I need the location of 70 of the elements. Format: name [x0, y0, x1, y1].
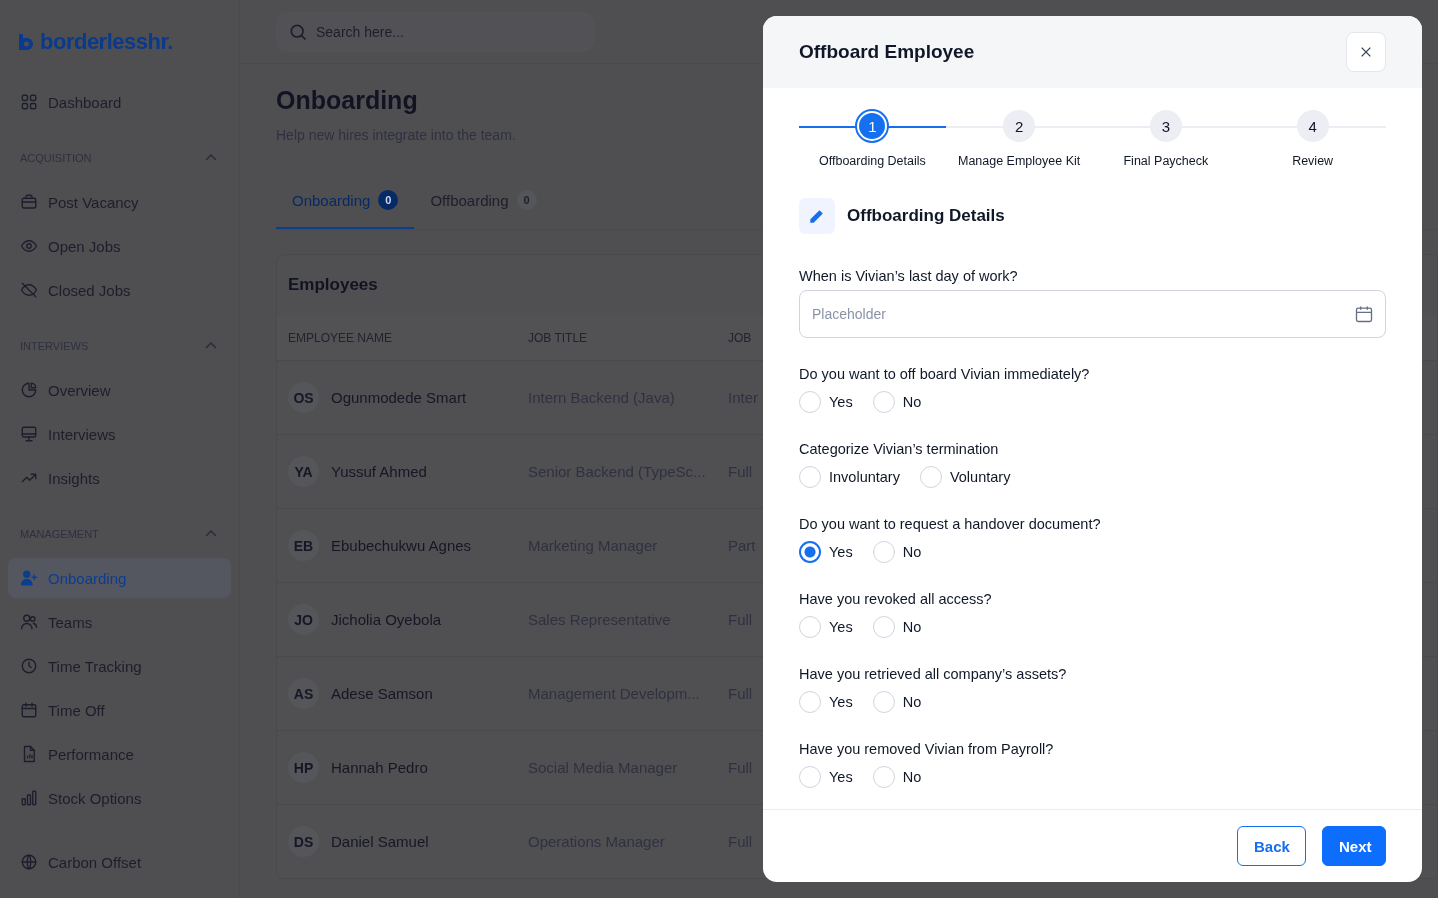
option-label: Yes — [829, 769, 853, 785]
avatar: AS — [288, 678, 319, 709]
back-button[interactable]: Back — [1237, 826, 1306, 866]
nav-icon — [20, 789, 38, 807]
employee-name: Jicholia Oyebola — [331, 611, 442, 628]
avatar: EB — [288, 530, 319, 561]
logo-icon — [16, 32, 36, 52]
search-icon — [288, 22, 308, 42]
option-label: No — [902, 544, 922, 560]
option-label: Yes — [829, 394, 853, 410]
step-label: Review — [1292, 154, 1334, 168]
employee-name: Ogunmodede Smart — [331, 389, 467, 406]
option-label: No — [902, 694, 922, 710]
date-field[interactable]: Placeholder — [799, 290, 1386, 338]
nav-icon — [20, 193, 38, 211]
step-label: Manage Employee Kit — [957, 154, 1081, 168]
close-button[interactable] — [1346, 32, 1386, 72]
option-label: No — [902, 769, 922, 785]
option-label: Yes — [829, 619, 853, 635]
employee-name: Ebubechukwu Agnes — [331, 537, 472, 554]
calendar-icon — [1354, 304, 1374, 324]
avatar: YA — [288, 456, 319, 487]
nav-icon — [20, 425, 38, 443]
question-label: Have you retrieved all company’s assets? — [799, 666, 1068, 682]
nav-icon — [20, 237, 38, 255]
step-label: Final Paycheck — [1123, 154, 1209, 168]
option-label: No — [902, 394, 922, 410]
nav-icon — [20, 701, 38, 719]
logo-text: borderlesshr. — [40, 29, 173, 55]
nav-icon — [20, 381, 38, 399]
avatar: OS — [288, 382, 319, 413]
question-label: Have you revoked all access? — [799, 591, 993, 607]
employee-name: Daniel Samuel — [331, 833, 429, 850]
step-number[interactable]: 3 — [1149, 110, 1182, 142]
avatar: HP — [288, 752, 319, 783]
option-label: Yes — [829, 544, 853, 560]
nav-icon — [20, 657, 38, 675]
close-icon — [1359, 45, 1373, 59]
page-title: Onboarding — [276, 86, 419, 115]
field-label: When is Vivian’s last day of work? — [799, 268, 1019, 284]
tab[interactable]: Onboarding 0 — [276, 173, 415, 229]
radio-button[interactable] — [799, 541, 821, 563]
option-label: Voluntary — [949, 469, 1011, 485]
nav-icon — [20, 569, 38, 587]
question-label: Do you want to off board Vivian immediately? — [799, 366, 1091, 382]
question-label: Categorize Vivian’s termination — [799, 441, 1000, 457]
nav-icon — [20, 281, 38, 299]
step-label: Offboarding Details — [819, 154, 926, 168]
avatar: JO — [288, 604, 319, 635]
section-title: Offboarding Details — [847, 206, 1005, 226]
option-label: No — [902, 619, 922, 635]
nav-icon — [20, 853, 38, 871]
option-label: Yes — [829, 694, 853, 710]
step-number[interactable]: 2 — [1003, 110, 1036, 142]
step-number[interactable]: 4 — [1296, 110, 1329, 142]
question-label: Do you want to request a handover document? — [799, 516, 1102, 532]
nav-icon — [20, 613, 38, 631]
employee-name: Adese Samson — [331, 685, 433, 702]
question-label: Have you removed Vivian from Payroll? — [799, 741, 1055, 757]
avatar: DS — [288, 826, 319, 857]
modal-title: Offboard Employee — [799, 41, 975, 63]
employee-name: Yussuf Ahmed — [331, 463, 427, 480]
table-title: Employees — [288, 275, 378, 295]
pencil-icon — [799, 198, 835, 234]
sidebar-item[interactable]: Onboarding — [8, 558, 231, 598]
option-label: Involuntary — [829, 469, 900, 485]
next-button[interactable]: Next — [1322, 826, 1386, 866]
employee-name: Hannah Pedro — [331, 759, 428, 776]
step-number[interactable]: 1 — [859, 113, 886, 139]
nav-icon — [20, 93, 38, 111]
